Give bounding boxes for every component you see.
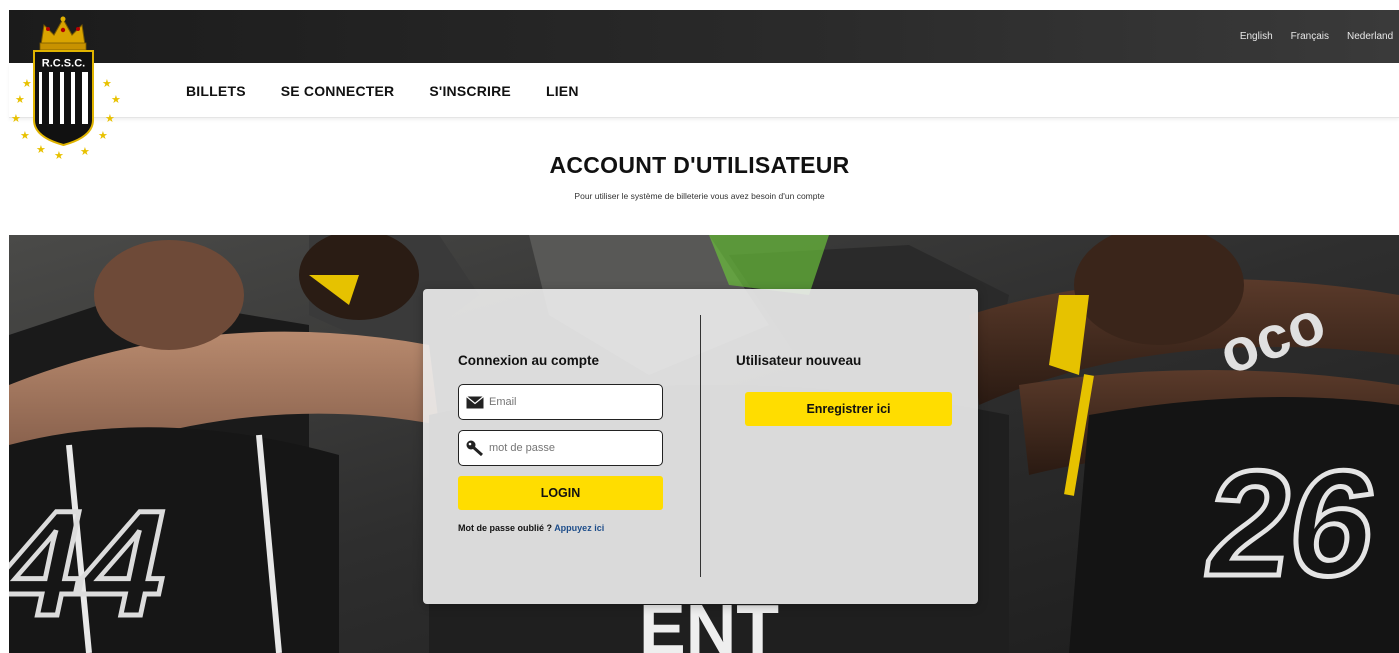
nav-s-inscrire[interactable]: S'INSCRIRE: [429, 83, 511, 99]
nav-lien[interactable]: LIEN: [546, 83, 579, 99]
page-subtitle: Pour utiliser le système de billeterie v…: [574, 191, 825, 201]
forgot-password-link[interactable]: Appuyez ici: [554, 523, 604, 533]
forgot-password-text: Mot de passe oublié ? Appuyez ici: [458, 523, 604, 533]
email-field[interactable]: [458, 384, 663, 420]
register-title: Utilisateur nouveau: [736, 353, 862, 368]
card-divider: [700, 315, 701, 577]
language-nederlands[interactable]: Nederland: [1347, 31, 1399, 42]
top-bar: English Français Nederland: [9, 10, 1399, 63]
envelope-icon: [465, 394, 485, 410]
svg-text:★: ★: [111, 93, 121, 106]
login-title: Connexion au compte: [458, 353, 600, 368]
main-navbar: BILLETS SE CONNECTER S'INSCRIRE LIEN: [9, 63, 1399, 118]
login-button[interactable]: LOGIN: [458, 476, 663, 510]
svg-text:★: ★: [15, 93, 25, 106]
svg-text:★: ★: [105, 112, 115, 125]
svg-text:★: ★: [20, 129, 30, 142]
login-card: Connexion au compte LOGIN Mot de passe o…: [423, 289, 978, 604]
language-francais[interactable]: Français: [1291, 31, 1329, 42]
nav-se-connecter[interactable]: SE CONNECTER: [281, 83, 395, 99]
crown-icon: [39, 16, 87, 51]
password-input[interactable]: [489, 442, 649, 454]
svg-text:★: ★: [54, 149, 64, 160]
main-nav: BILLETS SE CONNECTER S'INSCRIRE LIEN: [186, 63, 614, 118]
svg-text:26: 26: [1197, 440, 1387, 607]
register-button[interactable]: Enregistrer ici: [745, 392, 952, 426]
svg-text:★: ★: [36, 143, 46, 156]
logo-text: R.C.S.C.: [42, 58, 85, 70]
language-switcher: English Français Nederland: [1240, 31, 1399, 42]
password-field[interactable]: [458, 430, 663, 466]
svg-text:★: ★: [80, 145, 90, 158]
svg-text:★: ★: [98, 129, 108, 142]
forgot-password-label: Mot de passe oublié ?: [458, 523, 553, 533]
svg-text:★: ★: [102, 77, 112, 90]
svg-text:★: ★: [11, 112, 21, 125]
language-english[interactable]: English: [1240, 31, 1273, 42]
page-title: ACCOUNT D'UTILISATEUR: [549, 152, 850, 178]
key-icon: [465, 440, 485, 456]
nav-billets[interactable]: BILLETS: [186, 83, 246, 99]
email-input[interactable]: [489, 396, 649, 408]
svg-text:★: ★: [22, 77, 32, 90]
club-logo[interactable]: R.C.S.C. ★ ★ ★ ★ ★ ★ ★ ★ ★ ★ ★: [8, 15, 128, 162]
